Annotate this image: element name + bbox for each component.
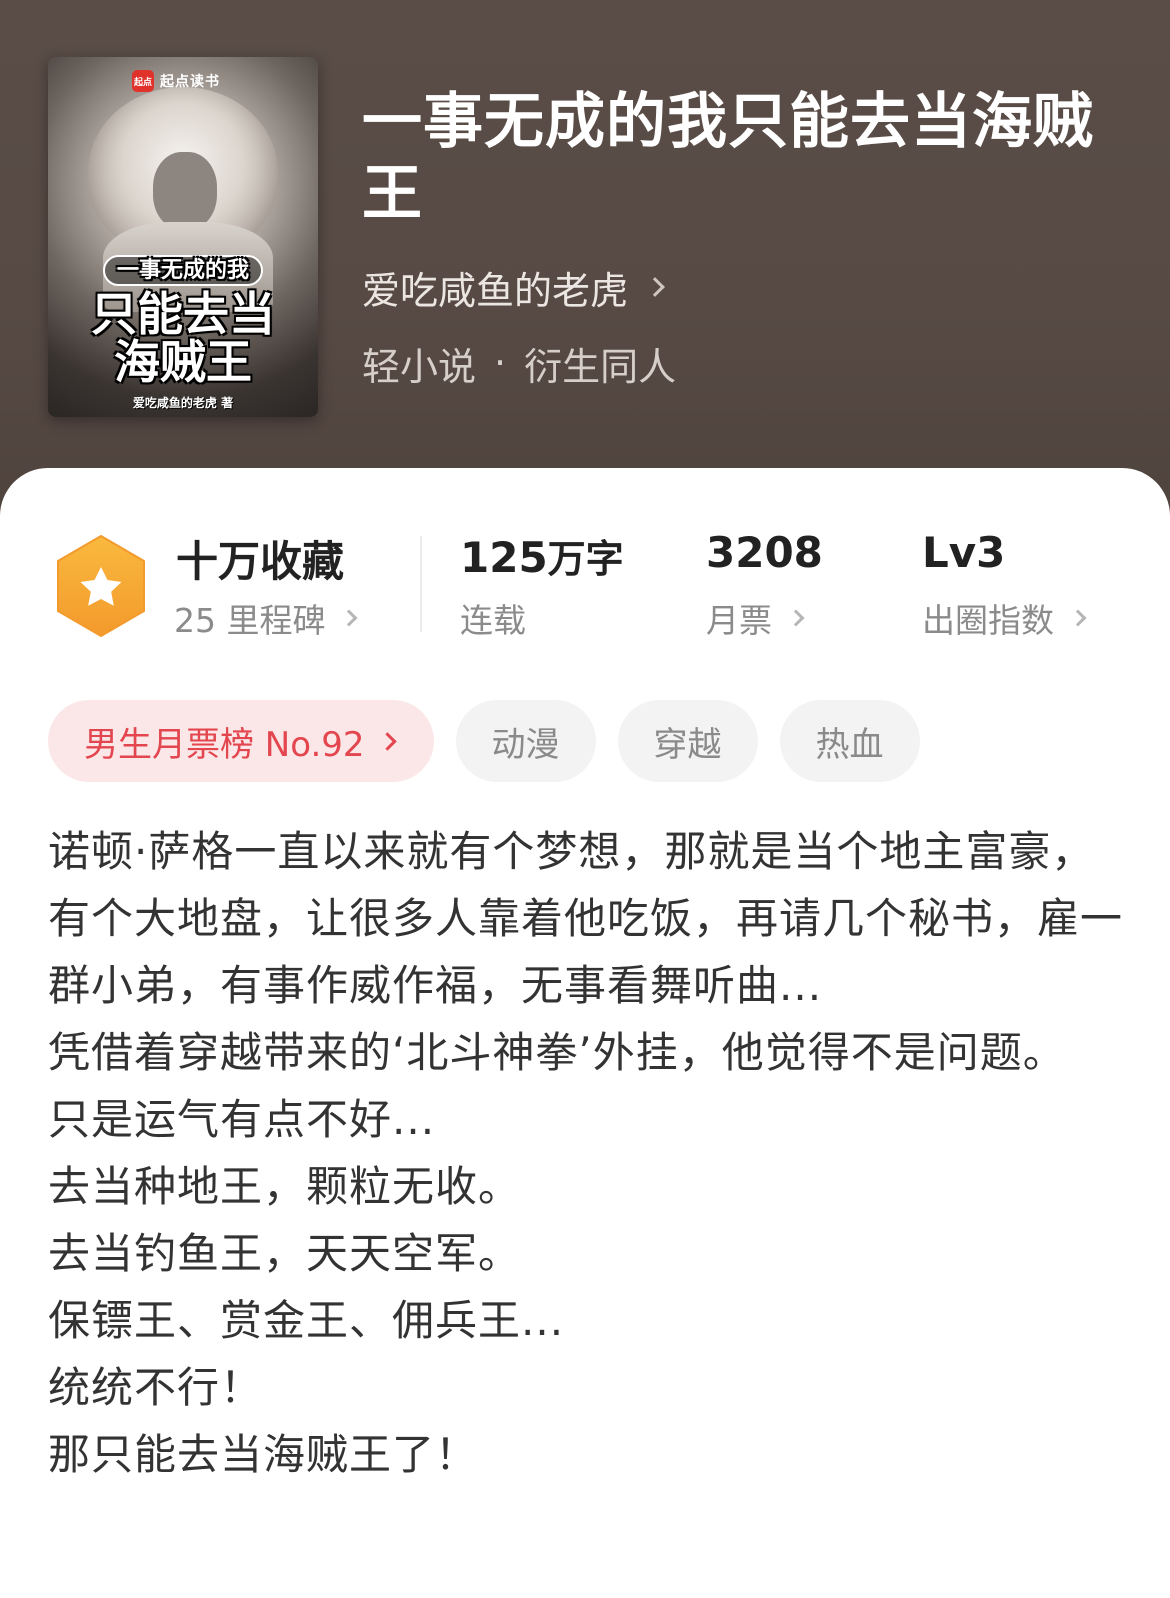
stats-divider [420,536,422,632]
author-link[interactable]: 爱吃咸鱼的老虎 [362,262,665,313]
synopsis-paragraph: 统统不行！ [48,1363,264,1412]
monthly-ticket-count: 3208 [706,528,823,577]
synopsis-paragraph: 诺顿·萨格一直以来就有个梦想，那就是当个地主富豪，有个大地盘，让很多人靠着他吃饭… [48,827,1124,1010]
popularity-index-link[interactable]: 出圈指数 [922,594,1087,642]
genre-label[interactable]: 轻小说 [362,336,476,391]
cover-title-line1: 一事无成的我 [102,255,263,287]
stats-bar: 十万收藏 25 里程碑 125万字 连载 3208 月票 Lv3 出圈指数 [0,528,1170,648]
synopsis-paragraph: 凭借着穿越带来的‘北斗神拳’外挂，他觉得不是问题。 [48,1028,1066,1077]
word-count: 125万字 [460,528,624,583]
milestone-link[interactable]: 25 里程碑 [174,594,358,642]
monthly-ticket-link[interactable]: 月票 [706,594,805,642]
popularity-level: Lv3 [922,528,1006,577]
word-count-number: 125 [460,533,548,582]
word-count-unit: 万字 [547,537,624,581]
ranking-label: 男生月票榜 No.92 [84,724,365,765]
synopsis-paragraph: 去当钓鱼王，天天空军。 [48,1229,522,1278]
genre-separator: · [494,341,507,385]
collection-count: 十万收藏 [176,537,345,586]
chevron-right-icon [340,609,358,627]
cover-title-line3: 海贼王 [114,335,252,390]
genre-row: 轻小说 · 衍生同人 [362,336,676,391]
subgenre-label[interactable]: 衍生同人 [524,336,676,391]
popularity-index-label: 出圈指数 [922,601,1054,640]
qidian-logo-icon: 起点 [132,70,154,92]
synopsis-paragraph: 去当种地王，颗粒无收。 [48,1162,522,1211]
status-label: 连载 [460,601,526,640]
ranking-tag[interactable]: 男生月票榜 No.92 [48,700,434,782]
tag-time-travel[interactable]: 穿越 [617,700,758,782]
cover-title: 一事无成的我 只能去当 海贼王 [56,255,310,387]
tag-action[interactable]: 热血 [779,700,920,782]
chevron-right-icon [645,277,665,297]
tag-anime[interactable]: 动漫 [455,700,596,782]
chevron-right-icon [787,609,805,627]
cover-author: 爱吃咸鱼的老虎 著 [132,396,234,410]
synopsis[interactable]: 诺顿·萨格一直以来就有个梦想，那就是当个地主富豪，有个大地盘，让很多人靠着他吃饭… [48,818,1128,1488]
cover-publisher-name: 起点读书 [160,74,220,90]
star-badge-icon [57,535,145,637]
synopsis-paragraph: 那只能去当海贼王了！ [48,1430,479,1479]
book-title: 一事无成的我只能去当海贼王 [362,87,1094,229]
book-cover[interactable]: 起点 起点读书 一事无成的我 只能去当 海贼王 爱吃咸鱼的老虎 著 [48,57,318,417]
tag-row: 男生月票榜 No.92 动漫 穿越 热血 [48,700,920,782]
chevron-right-icon [377,731,397,751]
chevron-right-icon [1069,609,1087,627]
cover-publisher-badge: 起点 起点读书 [128,67,226,95]
synopsis-paragraph: 只是运气有点不好... [48,1095,436,1144]
synopsis-paragraph: 保镖王、赏金王、佣兵王... [48,1296,565,1345]
milestone-label: 25 里程碑 [174,601,326,640]
cover-title-line2: 只能去当 [91,287,275,342]
author-name: 爱吃咸鱼的老虎 [362,268,629,313]
monthly-ticket-label: 月票 [706,601,772,640]
cover-art-face [153,152,217,230]
